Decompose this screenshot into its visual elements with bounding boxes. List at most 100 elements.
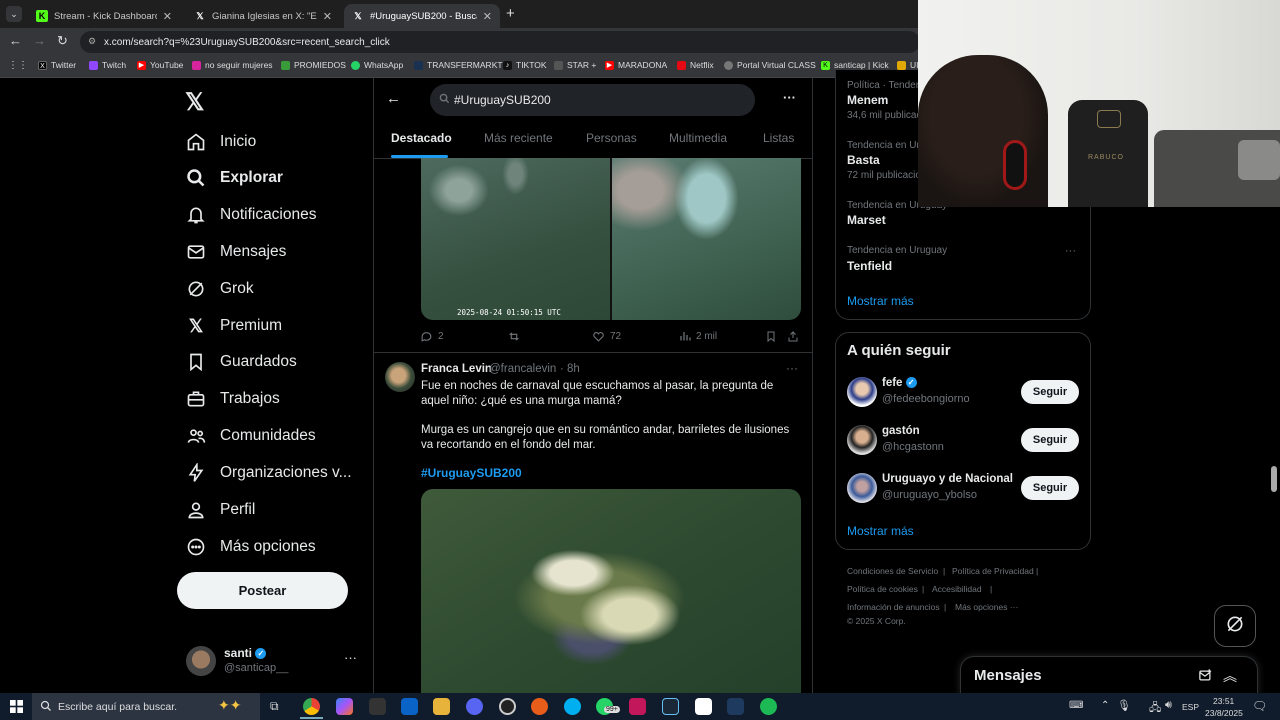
follow-show-more[interactable]: Mostrar más: [847, 524, 914, 538]
messages-drawer[interactable]: Mensajes ︽: [960, 656, 1258, 696]
more-dots-icon[interactable]: ···: [344, 650, 357, 665]
nav-organizations[interactable]: Organizaciones v...: [186, 458, 352, 488]
nav-jobs[interactable]: Trabajos: [186, 384, 280, 414]
tab-destacado[interactable]: Destacado: [391, 131, 452, 145]
follow-suggestion-name[interactable]: gastón: [882, 425, 920, 437]
hashtag-link[interactable]: #UruguaySUB200: [421, 466, 522, 480]
volume-icon[interactable]: 🔊︎: [1165, 699, 1172, 712]
keyboard-icon[interactable]: ⌨: [1069, 700, 1083, 711]
share-button[interactable]: [787, 330, 804, 343]
address-bar[interactable]: ⚙ x.com/search?q=%23UruguaySUB200&src=re…: [80, 31, 920, 53]
tweet-author-handle[interactable]: @francalevin: [489, 363, 556, 375]
page-scrollbar[interactable]: [1271, 466, 1277, 492]
bookmark-kick[interactable]: Ksanticap | Kick: [821, 60, 889, 70]
discord-icon[interactable]: [466, 698, 483, 715]
bookmark-maradona[interactable]: ▶ MARADONA: [605, 60, 667, 70]
bookmark-whatsapp[interactable]: WhatsApp: [351, 60, 403, 70]
follow-suggestion-name[interactable]: Uruguayo y de Nacional: [882, 473, 1013, 485]
obs-icon[interactable]: [499, 698, 516, 715]
close-icon[interactable]: ✕: [483, 10, 492, 23]
clock-time[interactable]: 23:51: [1213, 696, 1234, 706]
apps-grid-icon[interactable]: ⋮⋮: [8, 60, 28, 71]
tab-personas[interactable]: Personas: [586, 131, 637, 145]
close-icon[interactable]: ✕: [323, 10, 332, 23]
footer-link-privacy[interactable]: Política de Privacidad: [952, 566, 1034, 576]
app-orange-icon[interactable]: [531, 698, 548, 715]
browser-tab-search[interactable]: 𝕏 #UruguaySUB200 - Buscar / X ✕: [344, 4, 500, 28]
microphone-icon[interactable]: 🎙︎: [1117, 699, 1131, 712]
new-message-icon[interactable]: [1198, 668, 1213, 688]
taskbar-search-input[interactable]: Escribe aquí para buscar. ✦✦: [32, 693, 260, 720]
avatar[interactable]: [847, 473, 877, 503]
more-dots-icon[interactable]: ···: [1065, 245, 1076, 257]
nav-notifications[interactable]: Notificaciones: [186, 200, 317, 230]
reload-icon[interactable]: ↻: [57, 33, 68, 49]
bookmark-youtube[interactable]: ▶ YouTube: [137, 60, 183, 70]
follow-button[interactable]: Seguir: [1021, 380, 1079, 404]
bookmark-transfermarkt[interactable]: TRANSFERMARKT: [414, 60, 503, 70]
bookmark-star[interactable]: STAR +: [554, 60, 596, 70]
nav-communities[interactable]: Comunidades: [186, 421, 316, 451]
reply-button[interactable]: 2: [420, 330, 444, 343]
nav-profile[interactable]: Perfil: [186, 495, 255, 525]
repost-button[interactable]: [507, 330, 526, 343]
steam-icon[interactable]: [662, 698, 679, 715]
footer-link-terms[interactable]: Condiciones de Servicio: [847, 566, 938, 576]
notifications-center-icon[interactable]: 🗨︎: [1252, 699, 1267, 713]
chevron-up-icon[interactable]: ︽: [1223, 666, 1237, 686]
nav-premium[interactable]: 𝕏 Premium: [186, 311, 282, 341]
back-arrow-icon[interactable]: ←: [386, 90, 401, 107]
footer-link-accessibility[interactable]: Accesibilidad: [932, 584, 982, 594]
bookmark-no-seguir[interactable]: no seguir mujeres: [192, 60, 273, 70]
tab-search-button[interactable]: ⌄: [6, 6, 22, 22]
new-tab-icon[interactable]: +: [506, 5, 515, 22]
avatar[interactable]: [847, 377, 877, 407]
footer-link-cookies[interactable]: Política de cookies: [847, 584, 918, 594]
windows-start-icon[interactable]: [10, 700, 23, 718]
follow-suggestion-name[interactable]: fefe ✓: [882, 377, 917, 389]
footer-link-ads-info[interactable]: Información de anuncios: [847, 602, 940, 612]
chrome-icon[interactable]: [303, 698, 320, 715]
clock-date[interactable]: 23/8/2025: [1205, 708, 1243, 718]
tab-listas[interactable]: Listas: [763, 131, 794, 145]
bookmark-ui[interactable]: UI: [897, 60, 919, 70]
bookmark-tiktok[interactable]: ♪ TIKTOK: [503, 60, 547, 70]
tweet-time[interactable]: · 8h: [560, 363, 580, 375]
grok-floating-button[interactable]: [1214, 605, 1256, 647]
nav-explore[interactable]: Explorar: [186, 163, 283, 193]
nav-grok[interactable]: Grok: [186, 274, 254, 304]
post-button[interactable]: Postear: [177, 572, 348, 609]
trends-show-more[interactable]: Mostrar más: [847, 294, 914, 308]
language-indicator[interactable]: ESP: [1182, 702, 1199, 712]
forward-arrow-icon[interactable]: →: [33, 33, 46, 48]
browser-tab-gianina[interactable]: 𝕏 Gianina Iglesias en X: "En el top ✕: [186, 4, 340, 28]
site-info-icon[interactable]: ⚙: [88, 36, 96, 47]
more-dots-icon[interactable]: ···: [786, 361, 798, 375]
trend-marset[interactable]: Marset: [847, 213, 886, 227]
tweet-media-image[interactable]: [421, 489, 801, 699]
bookmark-netflix[interactable]: Netflix: [677, 60, 714, 70]
app-pink-icon[interactable]: [629, 698, 646, 715]
footer-link-more[interactable]: Más opciones ···: [955, 602, 1018, 612]
nav-bookmarks[interactable]: Guardados: [186, 347, 297, 377]
trend-tenfield[interactable]: Tenfield: [847, 259, 892, 273]
spotify-icon[interactable]: [760, 698, 777, 715]
more-dots-icon[interactable]: ···: [783, 90, 796, 105]
tab-multimedia[interactable]: Multimedia: [669, 131, 727, 145]
like-button[interactable]: 72: [592, 330, 621, 343]
back-arrow-icon[interactable]: ←: [9, 33, 22, 48]
app-blue-icon[interactable]: [727, 698, 744, 715]
search-input[interactable]: #UruguaySUB200: [430, 84, 755, 116]
outlook-icon[interactable]: [401, 698, 418, 715]
code-app-icon[interactable]: [369, 698, 386, 715]
bookmark-twitch[interactable]: Twitch: [89, 60, 126, 70]
avatar[interactable]: [385, 362, 415, 392]
follow-button[interactable]: Seguir: [1021, 476, 1079, 500]
bookmark-twitter[interactable]: X Twitter: [38, 60, 76, 70]
tab-mas-reciente[interactable]: Más reciente: [484, 131, 553, 145]
bookmark-promiedos[interactable]: PROMIEDOS: [281, 60, 346, 70]
nav-messages[interactable]: Mensajes: [186, 237, 286, 267]
x-logo-icon[interactable]: 𝕏: [185, 88, 204, 117]
file-explorer-icon[interactable]: [433, 698, 450, 715]
bookmark-button[interactable]: [765, 330, 782, 343]
